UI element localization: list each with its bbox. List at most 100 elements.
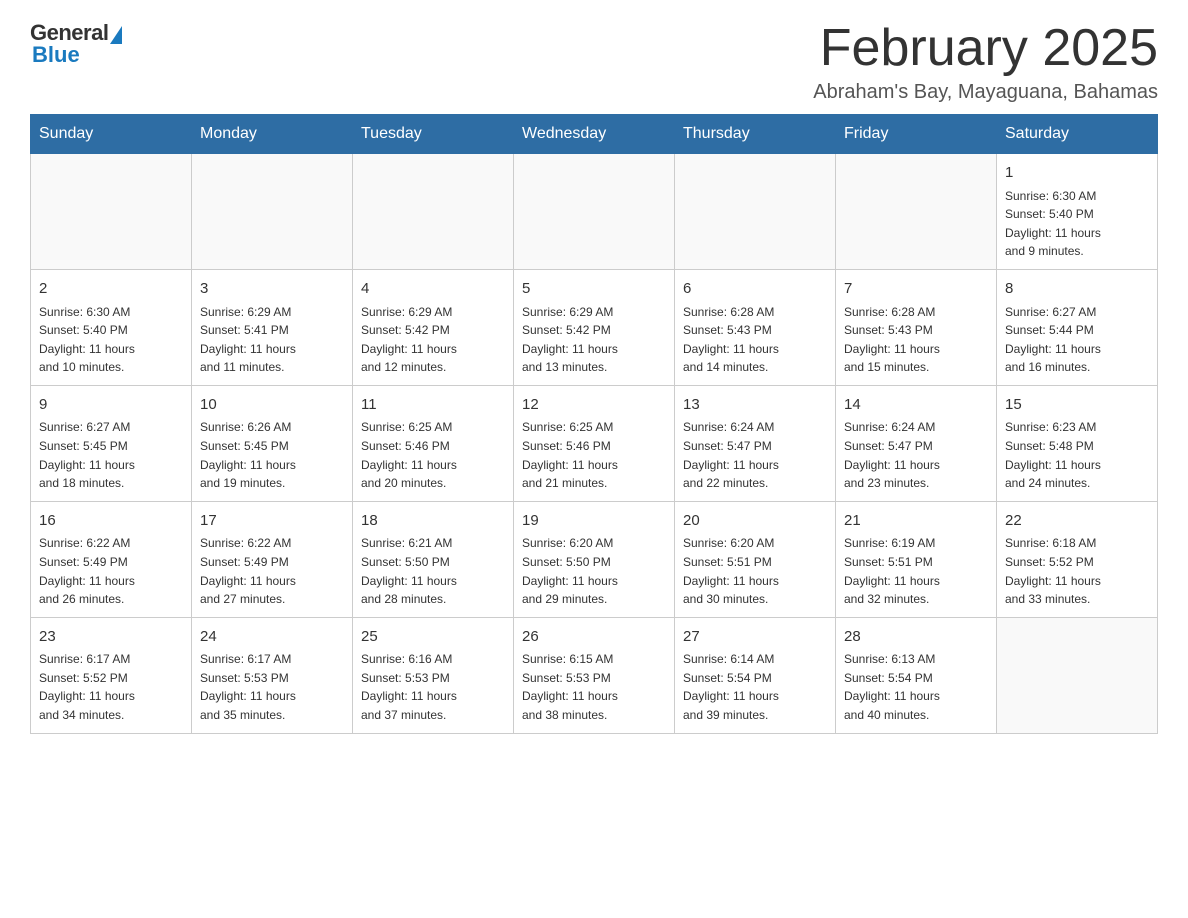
day-info: Sunrise: 6:17 AMSunset: 5:52 PMDaylight:… bbox=[39, 650, 183, 724]
day-number: 15 bbox=[1005, 394, 1149, 417]
day-number: 10 bbox=[200, 394, 344, 417]
day-info: Sunrise: 6:25 AMSunset: 5:46 PMDaylight:… bbox=[522, 418, 666, 492]
day-number: 18 bbox=[361, 510, 505, 533]
day-number: 8 bbox=[1005, 278, 1149, 301]
calendar-cell: 28Sunrise: 6:13 AMSunset: 5:54 PMDayligh… bbox=[836, 617, 997, 733]
day-number: 6 bbox=[683, 278, 827, 301]
day-number: 3 bbox=[200, 278, 344, 301]
page-header: General Blue February 2025 Abraham's Bay… bbox=[30, 20, 1158, 104]
calendar-cell: 4Sunrise: 6:29 AMSunset: 5:42 PMDaylight… bbox=[353, 270, 514, 386]
calendar-cell: 11Sunrise: 6:25 AMSunset: 5:46 PMDayligh… bbox=[353, 385, 514, 501]
calendar-cell: 9Sunrise: 6:27 AMSunset: 5:45 PMDaylight… bbox=[31, 385, 192, 501]
day-number: 11 bbox=[361, 394, 505, 417]
day-number: 19 bbox=[522, 510, 666, 533]
day-info: Sunrise: 6:20 AMSunset: 5:51 PMDaylight:… bbox=[683, 534, 827, 608]
day-number: 23 bbox=[39, 626, 183, 649]
logo-blue-text: Blue bbox=[30, 42, 80, 68]
day-number: 13 bbox=[683, 394, 827, 417]
logo: General Blue bbox=[30, 20, 122, 68]
day-info: Sunrise: 6:27 AMSunset: 5:45 PMDaylight:… bbox=[39, 418, 183, 492]
calendar-cell: 27Sunrise: 6:14 AMSunset: 5:54 PMDayligh… bbox=[675, 617, 836, 733]
day-info: Sunrise: 6:14 AMSunset: 5:54 PMDaylight:… bbox=[683, 650, 827, 724]
calendar-subtitle: Abraham's Bay, Mayaguana, Bahamas bbox=[813, 81, 1158, 104]
calendar-cell: 15Sunrise: 6:23 AMSunset: 5:48 PMDayligh… bbox=[997, 385, 1158, 501]
day-info: Sunrise: 6:18 AMSunset: 5:52 PMDaylight:… bbox=[1005, 534, 1149, 608]
day-info: Sunrise: 6:30 AMSunset: 5:40 PMDaylight:… bbox=[39, 303, 183, 377]
calendar-header-row: SundayMondayTuesdayWednesdayThursdayFrid… bbox=[31, 115, 1158, 154]
calendar-cell: 17Sunrise: 6:22 AMSunset: 5:49 PMDayligh… bbox=[192, 501, 353, 617]
day-header-friday: Friday bbox=[836, 115, 997, 154]
calendar-cell: 1Sunrise: 6:30 AMSunset: 5:40 PMDaylight… bbox=[997, 154, 1158, 270]
week-row-5: 23Sunrise: 6:17 AMSunset: 5:52 PMDayligh… bbox=[31, 617, 1158, 733]
calendar-cell: 24Sunrise: 6:17 AMSunset: 5:53 PMDayligh… bbox=[192, 617, 353, 733]
day-number: 2 bbox=[39, 278, 183, 301]
day-info: Sunrise: 6:23 AMSunset: 5:48 PMDaylight:… bbox=[1005, 418, 1149, 492]
calendar-cell: 10Sunrise: 6:26 AMSunset: 5:45 PMDayligh… bbox=[192, 385, 353, 501]
day-number: 27 bbox=[683, 626, 827, 649]
calendar-cell: 5Sunrise: 6:29 AMSunset: 5:42 PMDaylight… bbox=[514, 270, 675, 386]
day-number: 9 bbox=[39, 394, 183, 417]
day-info: Sunrise: 6:24 AMSunset: 5:47 PMDaylight:… bbox=[683, 418, 827, 492]
day-number: 17 bbox=[200, 510, 344, 533]
day-header-thursday: Thursday bbox=[675, 115, 836, 154]
day-info: Sunrise: 6:29 AMSunset: 5:42 PMDaylight:… bbox=[361, 303, 505, 377]
calendar-cell bbox=[353, 154, 514, 270]
day-info: Sunrise: 6:22 AMSunset: 5:49 PMDaylight:… bbox=[200, 534, 344, 608]
week-row-2: 2Sunrise: 6:30 AMSunset: 5:40 PMDaylight… bbox=[31, 270, 1158, 386]
day-number: 25 bbox=[361, 626, 505, 649]
calendar-cell: 21Sunrise: 6:19 AMSunset: 5:51 PMDayligh… bbox=[836, 501, 997, 617]
title-section: February 2025 Abraham's Bay, Mayaguana, … bbox=[813, 20, 1158, 104]
day-info: Sunrise: 6:25 AMSunset: 5:46 PMDaylight:… bbox=[361, 418, 505, 492]
calendar-cell: 18Sunrise: 6:21 AMSunset: 5:50 PMDayligh… bbox=[353, 501, 514, 617]
day-number: 4 bbox=[361, 278, 505, 301]
calendar-table: SundayMondayTuesdayWednesdayThursdayFrid… bbox=[30, 114, 1158, 733]
day-header-wednesday: Wednesday bbox=[514, 115, 675, 154]
day-info: Sunrise: 6:28 AMSunset: 5:43 PMDaylight:… bbox=[844, 303, 988, 377]
calendar-cell: 20Sunrise: 6:20 AMSunset: 5:51 PMDayligh… bbox=[675, 501, 836, 617]
day-info: Sunrise: 6:24 AMSunset: 5:47 PMDaylight:… bbox=[844, 418, 988, 492]
day-info: Sunrise: 6:29 AMSunset: 5:41 PMDaylight:… bbox=[200, 303, 344, 377]
day-info: Sunrise: 6:15 AMSunset: 5:53 PMDaylight:… bbox=[522, 650, 666, 724]
calendar-cell bbox=[997, 617, 1158, 733]
calendar-cell bbox=[514, 154, 675, 270]
calendar-cell: 3Sunrise: 6:29 AMSunset: 5:41 PMDaylight… bbox=[192, 270, 353, 386]
day-info: Sunrise: 6:16 AMSunset: 5:53 PMDaylight:… bbox=[361, 650, 505, 724]
day-number: 14 bbox=[844, 394, 988, 417]
day-info: Sunrise: 6:21 AMSunset: 5:50 PMDaylight:… bbox=[361, 534, 505, 608]
day-number: 1 bbox=[1005, 162, 1149, 185]
day-number: 21 bbox=[844, 510, 988, 533]
day-number: 12 bbox=[522, 394, 666, 417]
calendar-cell: 23Sunrise: 6:17 AMSunset: 5:52 PMDayligh… bbox=[31, 617, 192, 733]
logo-triangle-icon bbox=[110, 26, 122, 44]
calendar-cell bbox=[675, 154, 836, 270]
calendar-cell: 6Sunrise: 6:28 AMSunset: 5:43 PMDaylight… bbox=[675, 270, 836, 386]
calendar-cell: 16Sunrise: 6:22 AMSunset: 5:49 PMDayligh… bbox=[31, 501, 192, 617]
calendar-cell: 19Sunrise: 6:20 AMSunset: 5:50 PMDayligh… bbox=[514, 501, 675, 617]
calendar-cell: 26Sunrise: 6:15 AMSunset: 5:53 PMDayligh… bbox=[514, 617, 675, 733]
day-number: 28 bbox=[844, 626, 988, 649]
calendar-cell: 22Sunrise: 6:18 AMSunset: 5:52 PMDayligh… bbox=[997, 501, 1158, 617]
calendar-cell bbox=[31, 154, 192, 270]
day-info: Sunrise: 6:28 AMSunset: 5:43 PMDaylight:… bbox=[683, 303, 827, 377]
week-row-1: 1Sunrise: 6:30 AMSunset: 5:40 PMDaylight… bbox=[31, 154, 1158, 270]
week-row-4: 16Sunrise: 6:22 AMSunset: 5:49 PMDayligh… bbox=[31, 501, 1158, 617]
day-header-saturday: Saturday bbox=[997, 115, 1158, 154]
day-info: Sunrise: 6:27 AMSunset: 5:44 PMDaylight:… bbox=[1005, 303, 1149, 377]
day-number: 24 bbox=[200, 626, 344, 649]
day-info: Sunrise: 6:29 AMSunset: 5:42 PMDaylight:… bbox=[522, 303, 666, 377]
calendar-cell bbox=[836, 154, 997, 270]
calendar-cell: 7Sunrise: 6:28 AMSunset: 5:43 PMDaylight… bbox=[836, 270, 997, 386]
day-header-tuesday: Tuesday bbox=[353, 115, 514, 154]
day-info: Sunrise: 6:19 AMSunset: 5:51 PMDaylight:… bbox=[844, 534, 988, 608]
calendar-cell: 12Sunrise: 6:25 AMSunset: 5:46 PMDayligh… bbox=[514, 385, 675, 501]
day-number: 5 bbox=[522, 278, 666, 301]
day-header-sunday: Sunday bbox=[31, 115, 192, 154]
day-number: 22 bbox=[1005, 510, 1149, 533]
day-number: 26 bbox=[522, 626, 666, 649]
week-row-3: 9Sunrise: 6:27 AMSunset: 5:45 PMDaylight… bbox=[31, 385, 1158, 501]
day-info: Sunrise: 6:20 AMSunset: 5:50 PMDaylight:… bbox=[522, 534, 666, 608]
calendar-cell: 13Sunrise: 6:24 AMSunset: 5:47 PMDayligh… bbox=[675, 385, 836, 501]
day-info: Sunrise: 6:22 AMSunset: 5:49 PMDaylight:… bbox=[39, 534, 183, 608]
day-info: Sunrise: 6:30 AMSunset: 5:40 PMDaylight:… bbox=[1005, 187, 1149, 261]
calendar-cell: 25Sunrise: 6:16 AMSunset: 5:53 PMDayligh… bbox=[353, 617, 514, 733]
